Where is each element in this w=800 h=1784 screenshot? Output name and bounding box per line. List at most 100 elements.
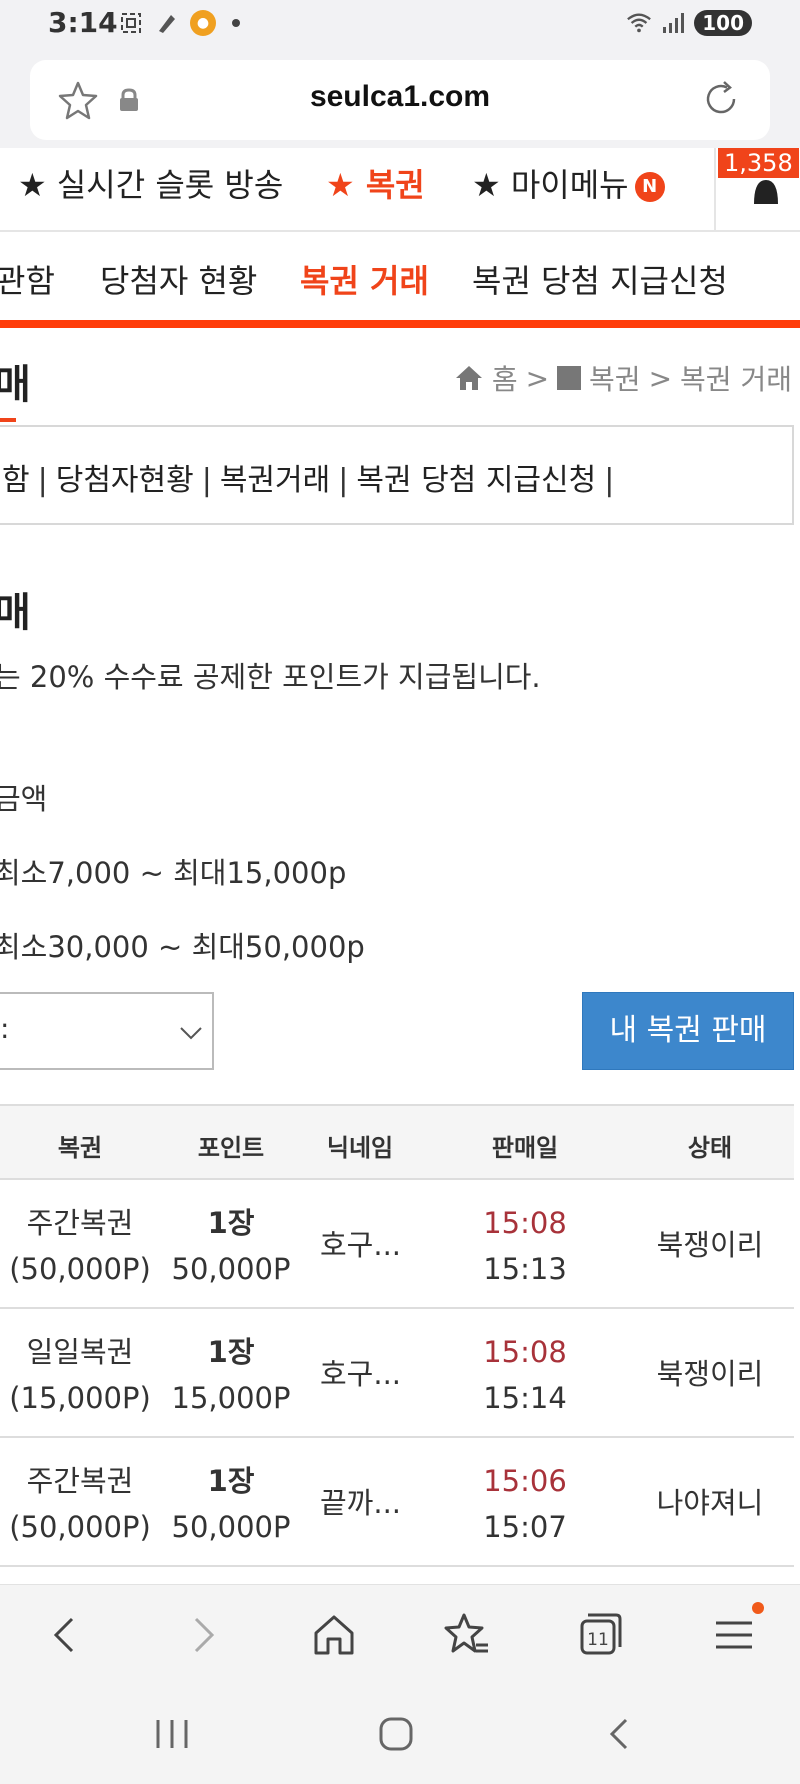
cell-points: 1장 50,000P	[166, 1458, 296, 1550]
lottery-name: 주간복권	[26, 1464, 134, 1498]
menu-icon[interactable]	[710, 1611, 758, 1659]
battery-icon: 100	[694, 10, 752, 36]
reload-icon[interactable]	[700, 78, 742, 120]
sub-nav-item-winners[interactable]: 당첨자 현황	[100, 256, 257, 302]
weekly-range-text: 최소30,000 ~ 최대50,000p	[0, 930, 365, 964]
tab-link-winners[interactable]: 당첨자현황	[56, 463, 194, 498]
wifi-icon	[626, 10, 652, 36]
status-icons-left: ●	[118, 10, 240, 36]
cell-lottery: 주간복권 (50,000P)	[0, 1200, 160, 1292]
tabs-icon[interactable]: 11	[576, 1611, 624, 1659]
table-header: 복권 포인트 닉네임 판매일 상태	[0, 1106, 794, 1180]
breadcrumb: 홈 > 복권 > 복권 거래	[454, 358, 792, 398]
top-nav: ★ 실시간 슬롯 방송 ★ 복권 ★ 마이메뉴 N	[0, 148, 800, 232]
tab-count: 11	[587, 1630, 609, 1650]
cell-nickname[interactable]: 호구...	[320, 1351, 420, 1393]
cell-lottery: 일일복권 (15,000P)	[0, 1329, 160, 1421]
lottery-price: (15,000P)	[9, 1381, 151, 1415]
forward-icon[interactable]	[178, 1611, 226, 1659]
tab-separator: |	[201, 463, 212, 498]
sale-time: 15:08	[483, 1206, 567, 1240]
sell-my-lottery-button[interactable]: 내 복권 판매	[582, 992, 794, 1070]
tab-links-box: 함 | 당첨자현황 | 복권거래 | 복권 당첨 지급신청 |	[0, 425, 794, 525]
back-icon[interactable]	[42, 1611, 90, 1659]
daily-range-text: 최소7,000 ~ 최대15,000p	[0, 856, 347, 890]
sub-nav-item-prize-claim[interactable]: 복권 당첨 지급신청	[472, 256, 728, 302]
sub-nav-item-lottery-trade[interactable]: 복권 거래	[300, 256, 429, 302]
status-icons-right: 100	[626, 10, 752, 36]
tab-separator: |	[338, 463, 349, 498]
bookmarks-icon[interactable]	[442, 1611, 490, 1659]
more-notifications-dot	[232, 19, 240, 27]
recents-icon[interactable]	[152, 1714, 192, 1754]
back-nav-icon[interactable]	[600, 1714, 640, 1754]
sale-time: 15:06	[483, 1464, 567, 1498]
cell-status[interactable]: 북쟁이리	[630, 1351, 790, 1393]
status-time: 3:14	[48, 6, 118, 39]
nav-divider	[714, 148, 716, 232]
cell-nickname[interactable]: 끝까...	[320, 1480, 420, 1522]
header-nickname: 닉네임	[326, 1134, 394, 1162]
breadcrumb-separator: >	[648, 361, 673, 395]
top-nav-item-slot-broadcast[interactable]: ★ 실시간 슬롯 방송	[18, 160, 283, 206]
section-title: 매	[0, 590, 31, 636]
filter-select-value: :	[0, 1012, 10, 1045]
tab-separator: |	[604, 463, 615, 498]
browser-toolbar: seulca1.com	[0, 52, 800, 148]
header-points: 포인트	[197, 1134, 265, 1162]
cell-status[interactable]: 북쟁이리	[630, 1222, 790, 1264]
table-row[interactable]: 주간복권 (50,000P) 1장 50,000P 호구... 15:08 15…	[0, 1180, 794, 1309]
header-date: 판매일	[491, 1134, 559, 1162]
completed-time: 15:14	[483, 1381, 567, 1415]
menu-notification-dot	[752, 1602, 764, 1614]
cell-date: 15:08 15:14	[460, 1329, 590, 1421]
table-row[interactable]: 주간복권 (50,000P) 1장 50,000P 끝까... 15:06 15…	[0, 1438, 794, 1567]
bell-icon[interactable]	[740, 176, 792, 204]
breadcrumb-separator: >	[525, 361, 550, 395]
ticket-quantity: 1장	[207, 1464, 255, 1498]
breadcrumb-lottery[interactable]: 복권	[589, 358, 641, 398]
cell-date: 15:08 15:13	[460, 1200, 590, 1292]
ticket-quantity: 1장	[207, 1206, 255, 1240]
filter-select[interactable]: :	[0, 992, 214, 1070]
top-nav-item-my-menu[interactable]: ★ 마이메뉴 N	[472, 160, 665, 206]
lottery-trade-table: 복권 포인트 닉네임 판매일 상태 주간복권 (50,000P) 1장 50,0…	[0, 1104, 794, 1567]
lottery-name: 일일복권	[26, 1335, 134, 1369]
page-title: 매	[0, 362, 31, 408]
url-text[interactable]: seulca1.com	[30, 80, 770, 114]
system-nav-bar	[0, 1684, 800, 1784]
points-value: 15,000P	[171, 1381, 291, 1415]
signal-icon	[660, 10, 686, 36]
app-icon: ●	[190, 10, 216, 36]
cell-lottery: 주간복권 (50,000P)	[0, 1458, 160, 1550]
points-value: 50,000P	[171, 1252, 291, 1286]
breadcrumb-current: 복권 거래	[680, 363, 792, 396]
lottery-price: (50,000P)	[9, 1510, 151, 1544]
cell-nickname[interactable]: 호구...	[320, 1222, 420, 1264]
top-nav-item-lottery[interactable]: ★ 복권	[326, 160, 425, 206]
completed-time: 15:13	[483, 1252, 567, 1286]
cell-points: 1장 50,000P	[166, 1200, 296, 1292]
table-row[interactable]: 일일복권 (15,000P) 1장 15,000P 호구... 15:08 15…	[0, 1309, 794, 1438]
square-icon	[557, 366, 582, 390]
tab-link-overview[interactable]: 함	[2, 463, 30, 498]
sub-nav-accent-bar	[0, 320, 800, 328]
breadcrumb-home[interactable]: 홈	[492, 358, 518, 398]
sub-nav-item-overview[interactable]: 관함	[0, 256, 55, 302]
cell-status[interactable]: 나야져니	[630, 1480, 790, 1522]
lottery-name: 주간복권	[26, 1206, 134, 1240]
cell-points: 1장 15,000P	[166, 1329, 296, 1421]
home-icon[interactable]	[310, 1611, 358, 1659]
completed-time: 15:07	[483, 1510, 567, 1544]
tab-links: 함 | 당첨자현황 | 복권거래 | 복권 당첨 지급신청 |	[2, 455, 622, 499]
home-icon[interactable]	[454, 364, 484, 392]
sale-time: 15:08	[483, 1335, 567, 1369]
tab-link-lottery-trade[interactable]: 복권거래	[220, 463, 330, 498]
address-bar[interactable]: seulca1.com	[30, 60, 770, 140]
ticket-quantity: 1장	[207, 1335, 255, 1369]
home-button-icon[interactable]	[376, 1714, 416, 1754]
tab-link-prize-claim[interactable]: 복권 당첨 지급신청	[356, 463, 596, 498]
header-lottery: 복권	[57, 1134, 103, 1162]
amount-label: 금액	[0, 782, 48, 816]
browser-bottom-bar: 11	[0, 1584, 800, 1684]
